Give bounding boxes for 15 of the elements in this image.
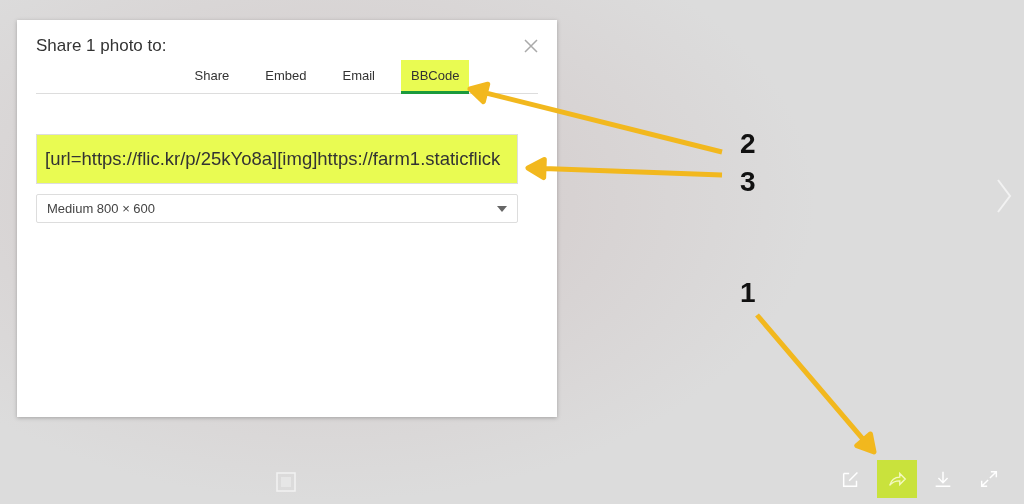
- annotation-number: 1: [740, 279, 756, 307]
- annotation-number: 2: [740, 130, 756, 158]
- dropdown-value: Medium 800 × 600: [47, 201, 156, 216]
- tab[interactable]: Embed: [255, 60, 317, 94]
- expand-icon: [978, 468, 1000, 490]
- tab[interactable]: Email: [332, 60, 385, 94]
- caret-icon: [497, 205, 507, 212]
- tab[interactable]: Share: [184, 60, 240, 94]
- tab[interactable]: BBCode: [401, 60, 470, 94]
- dialog-title: Share 1 photo to:: [36, 36, 167, 56]
- close-icon[interactable]: [524, 39, 538, 53]
- size-dropdown[interactable]: Medium 800 × 600: [36, 194, 518, 223]
- annotation-number: 3: [740, 168, 756, 196]
- share-button[interactable]: [877, 460, 917, 498]
- bbcode-field[interactable]: [url=https://flic.kr/p/25kYo8a][img]https://farm1.staticflick: [36, 134, 518, 184]
